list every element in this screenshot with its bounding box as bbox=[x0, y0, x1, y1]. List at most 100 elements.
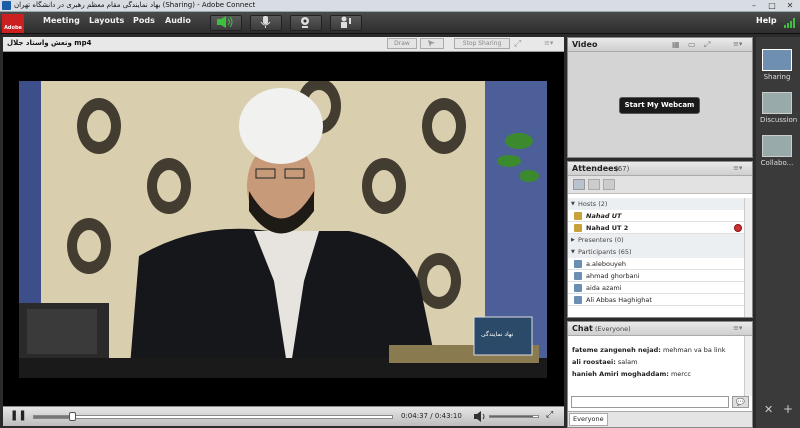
layout-discussion[interactable]: Discussion bbox=[760, 92, 798, 124]
attendees-scrollbar[interactable] bbox=[744, 198, 752, 317]
tab-everyone[interactable]: Everyone bbox=[569, 413, 608, 426]
chat-pod-header: Chat (Everyone) ≡▾ bbox=[568, 322, 752, 336]
hosts-label: Hosts (2) bbox=[578, 200, 608, 208]
draw-button[interactable]: Draw bbox=[387, 38, 417, 49]
fullscreen-video-icon[interactable]: ⤢ bbox=[546, 410, 553, 420]
attendee-list: ▼ Hosts (2) Nahad UT Nahad UT 2 ▶ Presen… bbox=[568, 198, 752, 306]
breakout-icon[interactable] bbox=[588, 179, 600, 190]
microphone-button[interactable] bbox=[250, 15, 282, 31]
fullscreen-icon[interactable]: ⤢ bbox=[514, 39, 521, 49]
volume-level bbox=[490, 416, 534, 417]
webcam-icon bbox=[301, 17, 309, 28]
filmstrip-view-icon[interactable]: ▭ bbox=[688, 40, 696, 49]
attendee-name: Nahad UT bbox=[586, 212, 622, 220]
close-window-button[interactable]: ✕ bbox=[782, 0, 798, 11]
attendee-name: Ali Abbas Haghighat bbox=[586, 296, 652, 304]
attendee-row[interactable]: Nahad UT 2 bbox=[568, 222, 752, 234]
layout-collaboration[interactable]: Collabo... bbox=[760, 135, 794, 167]
participant-icon bbox=[574, 284, 582, 292]
raise-hand-icon bbox=[341, 16, 351, 28]
menu-help[interactable]: Help bbox=[756, 16, 777, 25]
participant-icon bbox=[574, 260, 582, 268]
stop-sharing-button[interactable]: Stop Sharing bbox=[454, 38, 510, 49]
attendee-name: aida azami bbox=[586, 284, 622, 292]
pod-options-icon[interactable]: ≡▾ bbox=[733, 40, 742, 48]
expand-arrow-icon: ▼ bbox=[571, 249, 575, 255]
attendee-row[interactable]: Nahad UT bbox=[568, 210, 752, 222]
shared-video: نهاد نمایندگی bbox=[19, 81, 547, 378]
status-view-icon[interactable] bbox=[603, 179, 615, 190]
chat-message: hanieh Amiri moghaddam: mercc bbox=[568, 368, 744, 380]
expand-arrow-icon: ▼ bbox=[571, 201, 575, 207]
attendee-row[interactable]: a.alebouyeh bbox=[568, 258, 752, 270]
chat-pod: Chat (Everyone) ≡▾ fateme zangeneh nejad… bbox=[567, 321, 753, 428]
list-view-icon[interactable] bbox=[573, 179, 585, 190]
layout-sharing[interactable]: Sharing bbox=[760, 49, 794, 81]
menu-meeting[interactable]: Meeting bbox=[43, 16, 80, 25]
seek-handle[interactable] bbox=[68, 412, 76, 421]
video-pod: Video ▦ ▭ ⤢ ≡▾ Start My Webcam bbox=[567, 37, 753, 158]
pause-button[interactable]: ❚❚ bbox=[10, 410, 27, 421]
adobe-logo: Adobe bbox=[2, 14, 24, 33]
layout-thumbnail bbox=[762, 92, 792, 114]
participant-icon bbox=[574, 272, 582, 280]
speaker-button[interactable] bbox=[210, 15, 242, 31]
attendees-title: Attendees bbox=[572, 164, 619, 173]
tools-icon[interactable]: ✕ bbox=[764, 403, 773, 416]
chat-text: mercc bbox=[670, 370, 691, 378]
chat-message: fateme zangeneh nejad: mehman va ba link bbox=[568, 344, 744, 356]
layout-label: Discussion bbox=[760, 116, 798, 124]
pod-options-icon[interactable]: ≡▾ bbox=[733, 324, 742, 332]
pod-options-icon[interactable]: ≡▾ bbox=[544, 39, 553, 47]
maximize-button[interactable]: □ bbox=[764, 0, 780, 11]
hosts-section[interactable]: ▼ Hosts (2) bbox=[568, 198, 752, 210]
volume-icon[interactable] bbox=[474, 411, 486, 422]
chat-scrollbar[interactable] bbox=[744, 336, 752, 396]
chat-sender: hanieh Amiri moghaddam: bbox=[572, 370, 669, 378]
attendee-name: ahmad ghorbani bbox=[586, 272, 640, 280]
presenters-section[interactable]: ▶ Presenters (0) bbox=[568, 234, 752, 246]
pointer-button[interactable] bbox=[420, 38, 444, 49]
menu-pods[interactable]: Pods bbox=[133, 16, 155, 25]
menu-audio[interactable]: Audio bbox=[165, 16, 191, 25]
attendees-pod: Attendees (67) ≡▾ ▼ Hosts (2) Nahad UT N… bbox=[567, 161, 753, 318]
layout-label: Collabo... bbox=[760, 159, 794, 167]
status-button[interactable] bbox=[330, 15, 362, 31]
pointer-icon bbox=[428, 40, 435, 47]
video-watermark: نهاد نمایندگی bbox=[481, 331, 514, 338]
time-display: 0:04:37 / 0:43:10 bbox=[401, 412, 462, 420]
seek-progress bbox=[34, 416, 73, 418]
attendee-row[interactable]: aida azami bbox=[568, 282, 752, 294]
seek-bar[interactable] bbox=[33, 415, 393, 419]
chat-text: salam bbox=[617, 358, 638, 366]
presenters-label: Presenters (0) bbox=[578, 236, 624, 244]
menu-layouts[interactable]: Layouts bbox=[89, 16, 124, 25]
participants-section[interactable]: ▼ Participants (65) bbox=[568, 246, 752, 258]
grid-view-icon[interactable]: ▦ bbox=[672, 40, 680, 49]
add-layout-icon[interactable]: + bbox=[783, 402, 793, 416]
attendee-row[interactable]: Ali Abbas Haghighat bbox=[568, 294, 752, 306]
send-message-button[interactable]: 💬 bbox=[732, 396, 749, 408]
chat-sender: fateme zangeneh nejad: bbox=[572, 346, 661, 354]
speech-bubble-icon: 💬 bbox=[736, 398, 745, 406]
chat-input[interactable] bbox=[571, 396, 729, 408]
attendee-count: (67) bbox=[615, 165, 630, 173]
chat-scope: (Everyone) bbox=[595, 325, 631, 333]
share-pod-header: وتعش واستاد جلال mp4 Draw Stop Sharing ⤢… bbox=[3, 37, 564, 52]
attendee-name: Nahad UT 2 bbox=[586, 224, 629, 232]
time-current: 0:04:37 bbox=[401, 412, 428, 420]
minimize-button[interactable]: – bbox=[746, 0, 762, 11]
start-webcam-button[interactable]: Start My Webcam bbox=[619, 97, 700, 114]
attendees-pod-header: Attendees (67) ≡▾ bbox=[568, 162, 752, 176]
chat-message: ali roostaei: salam bbox=[568, 356, 744, 368]
camera-button[interactable] bbox=[290, 15, 322, 31]
attendee-name: a.alebouyeh bbox=[586, 260, 627, 268]
pod-options-icon[interactable]: ≡▾ bbox=[733, 164, 742, 172]
chat-title: Chat bbox=[572, 324, 593, 333]
volume-slider[interactable] bbox=[489, 415, 539, 418]
attendee-row[interactable]: ahmad ghorbani bbox=[568, 270, 752, 282]
shared-filename: وتعش واستاد جلال mp4 bbox=[7, 39, 92, 47]
video-pod-header: Video ▦ ▭ ⤢ ≡▾ bbox=[568, 38, 752, 52]
fullscreen-icon[interactable]: ⤢ bbox=[704, 40, 710, 50]
playback-controls: ❚❚ 0:04:37 / 0:43:10 ⤢ bbox=[3, 406, 564, 426]
